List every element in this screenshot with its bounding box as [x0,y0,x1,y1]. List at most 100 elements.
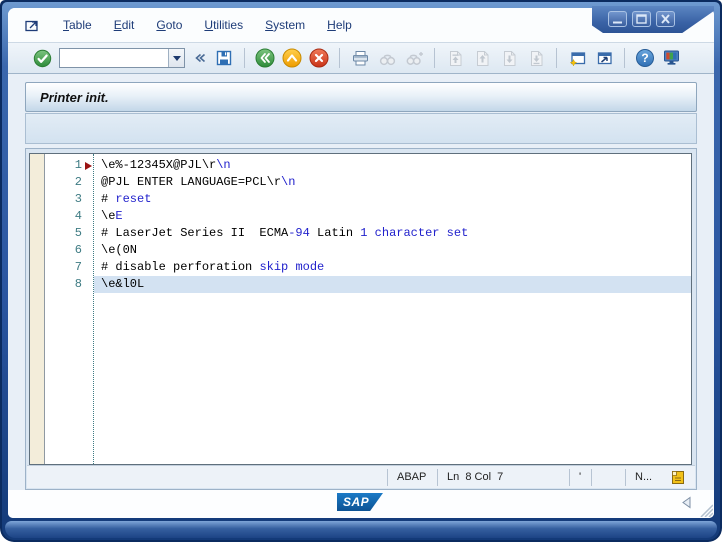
enter-check-icon [33,49,52,68]
close-button[interactable] [656,11,675,27]
last-page-icon [527,49,546,68]
line-number: 1 [46,157,82,174]
code-line[interactable]: 5 # LaserJet Series II ECMA-94 Latin 1 ch… [30,225,691,242]
toolbar-separator [556,48,557,68]
print-button[interactable] [350,48,370,68]
status-segments: ABAPLn 8 Col 7' N... [387,466,665,488]
menu-utilities[interactable]: Utilities [193,16,254,34]
code-text: \eE [94,208,691,225]
maximize-icon [633,12,650,26]
line-number: 7 [46,259,82,276]
toolbar-separator [339,48,340,68]
previous-page-button[interactable] [472,48,492,68]
code-text: \e%-12345X@PJL\r\n [94,157,691,174]
line-marker-icon [85,162,92,170]
create-shortcut-button[interactable] [594,48,614,68]
collapse-statusbar-button[interactable] [680,496,692,509]
exit-button[interactable] [282,48,302,68]
next-page-icon [500,49,519,68]
menu-table[interactable]: Table [52,16,103,34]
line-number: 6 [46,242,82,259]
menu-system[interactable]: System [254,16,316,34]
status-footer: SAP [8,490,714,518]
enter-button[interactable] [32,48,52,68]
cancel-x-icon [309,48,329,68]
save-button[interactable] [214,48,234,68]
status-segment [591,469,625,486]
client-area: TableEditGotoUtilitiesSystemHelp [8,8,714,518]
code-line[interactable]: 7 # disable perforation skip mode [30,259,691,276]
code-text: # disable perforation skip mode [94,259,691,276]
menu-help[interactable]: Help [316,16,363,34]
title-bar: Printer init. [25,82,697,112]
minimize-icon [609,12,626,26]
last-page-button[interactable] [526,48,546,68]
status-segment: N... [625,469,665,486]
code-line[interactable]: 3 # reset [30,191,691,208]
code-line[interactable]: 8 \e&l0L [30,276,691,293]
bottom-frame-bar [5,521,717,538]
standard-toolbar: ? [8,42,714,74]
status-segment: Ln 8 Col 7 [437,469,569,486]
line-number: 3 [46,191,82,208]
back-button[interactable] [255,48,275,68]
code-line[interactable]: 2 @PJL ENTER LANGUAGE=PCL\r\n [30,174,691,191]
application-toolbar [25,113,697,144]
toolbar-separator [434,48,435,68]
new-session-icon [568,49,587,68]
line-number: 5 [46,225,82,242]
code-line[interactable]: 6 \e(0N [30,242,691,259]
sap-logo-text: SAP [343,495,369,509]
line-number: 2 [46,174,82,191]
code-text: # LaserJet Series II ECMA-94 Latin 1 cha… [94,225,691,242]
status-segment: ' [569,469,591,486]
first-page-button[interactable] [445,48,465,68]
toolbar-separator [624,48,625,68]
code-line[interactable]: 1 \e%-12345X@PJL\r\n [30,157,691,174]
triangle-left-icon [680,496,692,509]
command-input[interactable] [60,49,168,67]
workspace: Printer init. 1 \e%-12345X@PJL\r\n 2 @PJL E… [8,74,714,490]
command-dropdown-button[interactable] [168,49,184,67]
command-field[interactable] [59,48,185,68]
code-text: \e(0N [94,242,691,259]
cancel-button[interactable] [309,48,329,68]
code-text: \e&l0L [94,276,691,293]
code-text: # reset [94,191,691,208]
line-number: 4 [46,208,82,225]
double-chevron-left-icon [193,50,207,66]
new-session-button[interactable] [567,48,587,68]
next-page-button[interactable] [499,48,519,68]
status-segment: ABAP [387,469,437,486]
shortcut-icon [595,49,614,68]
previous-page-icon [473,49,492,68]
code-line[interactable]: 4 \eE [30,208,691,225]
exit-up-icon [282,48,302,68]
code-text: @PJL ENTER LANGUAGE=PCL\r\n [94,174,691,191]
help-button[interactable]: ? [635,48,655,68]
back-icon [255,48,275,68]
customize-layout-button[interactable] [662,48,682,68]
minimize-button[interactable] [608,11,627,27]
menu-goto[interactable]: Goto [145,16,193,34]
text-editor[interactable]: 1 \e%-12345X@PJL\r\n 2 @PJL ENTER LANGUAGE=… [29,153,692,465]
resize-grip[interactable] [695,501,713,517]
monitor-layout-icon [662,48,682,68]
maximize-button[interactable] [632,11,651,27]
sap-gui-window: TableEditGotoUtilitiesSystemHelp [0,0,722,542]
toolbar-separator [244,48,245,68]
line-number: 8 [46,276,82,293]
binoculars-plus-icon [405,49,424,68]
save-icon [215,49,233,67]
system-menu-icon[interactable] [24,17,44,33]
menu-edit[interactable]: Edit [103,16,146,34]
page-title: Printer init. [40,90,109,105]
find-button[interactable] [377,48,397,68]
binoculars-icon [378,49,397,68]
svg-text:?: ? [641,51,648,65]
editor-panel: 1 \e%-12345X@PJL\r\n 2 @PJL ENTER LANGUAGE=… [25,148,697,490]
first-page-icon [446,49,465,68]
collapse-command-field-button[interactable] [192,48,207,68]
find-next-button[interactable] [404,48,424,68]
note-icon [670,470,685,485]
